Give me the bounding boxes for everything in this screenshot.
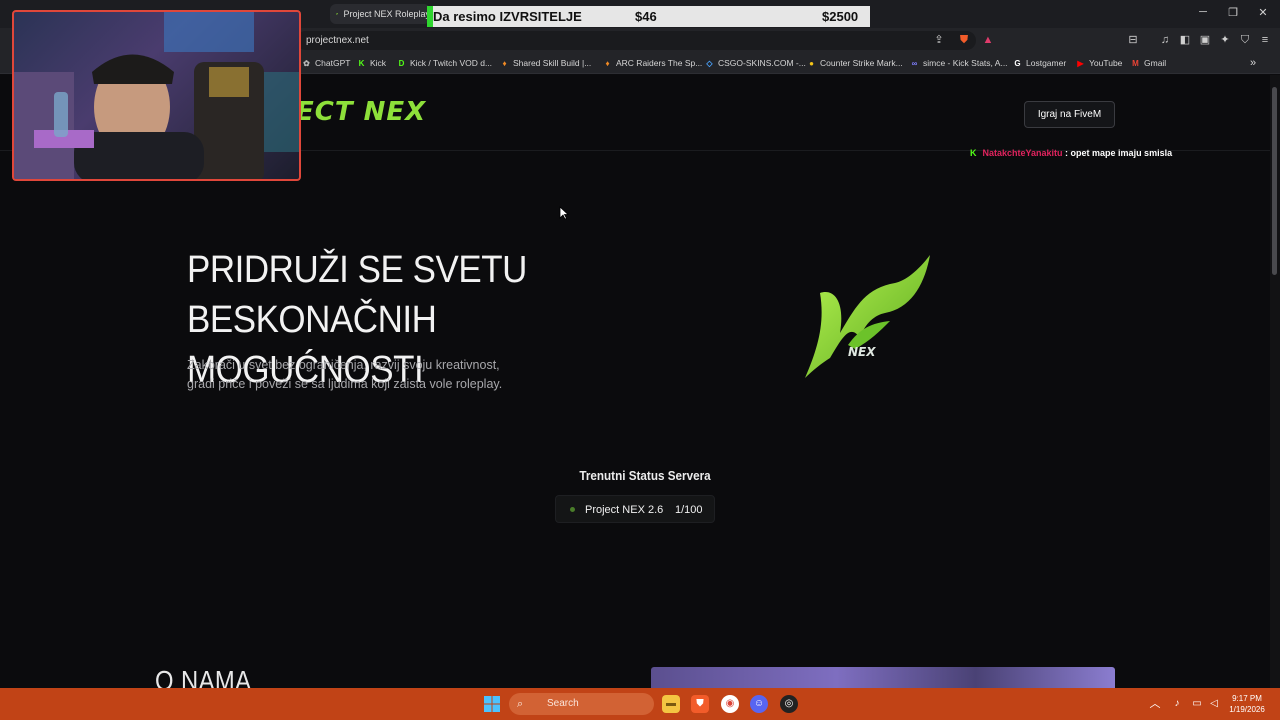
- tray-chevron-up-icon[interactable]: ︿: [1146, 695, 1164, 713]
- mouse-cursor-icon: [559, 206, 569, 220]
- kick-icon: K: [358, 58, 365, 68]
- hero-subtitle-line-1: Zakorači u svet bez ograničenja, razvij …: [187, 358, 500, 372]
- goal-target-amount: $2500: [822, 9, 859, 24]
- gmail-icon: M: [1132, 58, 1139, 68]
- bookmark-simce[interactable]: ∞ simce - Kick Stats, A...: [910, 56, 1008, 70]
- wallet-icon[interactable]: ▣: [1197, 32, 1213, 48]
- stream-goal-bar: Da resimo IZVRSITELJE $46 $2500: [427, 6, 870, 27]
- nex-favicon-icon: [336, 12, 339, 16]
- restore-icon[interactable]: ❐: [1223, 6, 1243, 19]
- windows-start-icon[interactable]: [484, 696, 500, 712]
- about-section-title: O NAMA: [155, 665, 252, 688]
- youtube-icon: ▶: [1077, 58, 1084, 68]
- address-bar[interactable]: projectnex.net: [296, 31, 976, 50]
- minimize-icon[interactable]: ─: [1193, 6, 1213, 18]
- arc-icon: ♦: [502, 58, 507, 68]
- bookmark-kick[interactable]: K Kick: [357, 56, 386, 70]
- chrome-icon[interactable]: ◉: [721, 695, 739, 713]
- windows-taskbar: ⌕ Search ▬ ⛊ ◉ ☺ ◎ ︿ ♪ ▭ ◁ 9:17 PM 1/19/…: [0, 688, 1280, 720]
- lostgamer-icon: G: [1014, 58, 1021, 68]
- arc-icon: ♦: [605, 58, 610, 68]
- more-bookmarks-icon[interactable]: »: [1250, 56, 1256, 70]
- site-logo[interactable]: ECT NEX: [296, 97, 426, 127]
- goal-current-amount: $46: [635, 9, 657, 24]
- vpn-icon[interactable]: ⛉: [1237, 32, 1253, 48]
- about-section-image: [651, 667, 1115, 688]
- bookmark-csgo-skins[interactable]: ◇ CSGO-SKINS.COM -...: [705, 56, 805, 70]
- obs-icon[interactable]: ◎: [780, 695, 798, 713]
- stream-chat-message: K NatakchteYanakitu : opet mape imaju smi…: [970, 148, 1172, 158]
- bookmark-arc-raiders[interactable]: ♦ ARC Raiders The Sp...: [603, 56, 702, 70]
- online-dot-icon: [570, 507, 575, 512]
- share-icon[interactable]: ⇪: [931, 32, 947, 48]
- sidebar-icon[interactable]: ◧: [1177, 32, 1193, 48]
- hero-title-line-1: PRIDRUŽI SE SVETU: [187, 249, 527, 291]
- menu-icon[interactable]: ≡: [1257, 32, 1273, 48]
- tab-search-icon[interactable]: ⊟: [1125, 32, 1141, 48]
- bookmark-lostgamer[interactable]: G Lostgamer: [1013, 56, 1066, 70]
- clock-time: 9:17 PM: [1232, 694, 1262, 703]
- scrollbar-thumb[interactable]: [1272, 87, 1277, 275]
- chatgpt-icon: ✿: [303, 58, 310, 68]
- hero-logo-caption: NEX: [848, 345, 876, 359]
- discord-icon[interactable]: ☺: [750, 695, 768, 713]
- tab-project-nex[interactable]: Project NEX Roleplay: [330, 4, 430, 24]
- brave-browser-icon[interactable]: ⛊: [691, 695, 709, 713]
- player-count: 1/100: [675, 504, 703, 516]
- play-fivem-button[interactable]: Igraj na FiveM: [1024, 101, 1115, 128]
- microphone-icon[interactable]: ♪: [1168, 695, 1186, 713]
- kick-d-icon: D: [398, 58, 405, 68]
- brave-rewards-icon[interactable]: ▲: [980, 32, 996, 48]
- stats-icon: ∞: [911, 58, 918, 68]
- streamer-webcam-image: [14, 12, 299, 179]
- bookmark-gmail[interactable]: M Gmail: [1131, 56, 1166, 70]
- tab-title: Project NEX Roleplay: [343, 9, 430, 19]
- taskbar-search[interactable]: ⌕ Search: [509, 693, 654, 715]
- media-icon[interactable]: ♫: [1157, 32, 1173, 48]
- brave-shield-icon[interactable]: ⛊: [956, 32, 972, 48]
- server-status-title: Trenutni Status Servera: [579, 468, 711, 483]
- search-icon: ⌕: [517, 698, 524, 710]
- taskbar-clock[interactable]: 9:17 PM 1/19/2026: [1222, 693, 1272, 715]
- kick-icon: K: [970, 148, 977, 158]
- leo-ai-icon[interactable]: ✦: [1217, 32, 1233, 48]
- chat-username: NatakchteYanakitu: [982, 148, 1063, 158]
- gem-icon: ◇: [706, 58, 713, 68]
- page-scrollbar[interactable]: [1270, 75, 1280, 688]
- file-explorer-icon[interactable]: ▬: [662, 695, 680, 713]
- bookmark-shared-skill[interactable]: ♦ Shared Skill Build |...: [500, 56, 591, 70]
- close-icon[interactable]: ✕: [1253, 6, 1273, 19]
- nex-logo-icon: NEX: [805, 255, 930, 378]
- chat-text: : opet mape imaju smisla: [1062, 148, 1173, 158]
- server-name: Project NEX 2.6: [585, 504, 664, 516]
- bookmark-counter-strike[interactable]: ● Counter Strike Mark...: [807, 56, 903, 70]
- circle-icon: ●: [809, 58, 814, 68]
- display-icon[interactable]: ▭: [1188, 695, 1206, 713]
- bookmark-kick-vod[interactable]: D Kick / Twitch VOD d...: [397, 56, 492, 70]
- url-text: projectnex.net: [306, 35, 369, 46]
- bookmark-youtube[interactable]: ▶ YouTube: [1076, 56, 1122, 70]
- search-placeholder: Search: [547, 698, 579, 709]
- goal-label: Da resimo IZVRSITELJE: [433, 9, 582, 24]
- hero-subtitle-line-2: gradi priče i poveži se sa ljudima koji …: [187, 377, 503, 391]
- server-status-pill: Project NEX 2.6 1/100: [555, 495, 715, 523]
- hero-subtitle: Zakorači u svet bez ograničenja, razvij …: [187, 356, 527, 394]
- volume-icon[interactable]: ◁: [1205, 695, 1223, 713]
- bookmark-chatgpt[interactable]: ✿ ChatGPT: [302, 56, 350, 70]
- webcam-overlay: [12, 10, 301, 181]
- clock-date: 1/19/2026: [1229, 705, 1265, 714]
